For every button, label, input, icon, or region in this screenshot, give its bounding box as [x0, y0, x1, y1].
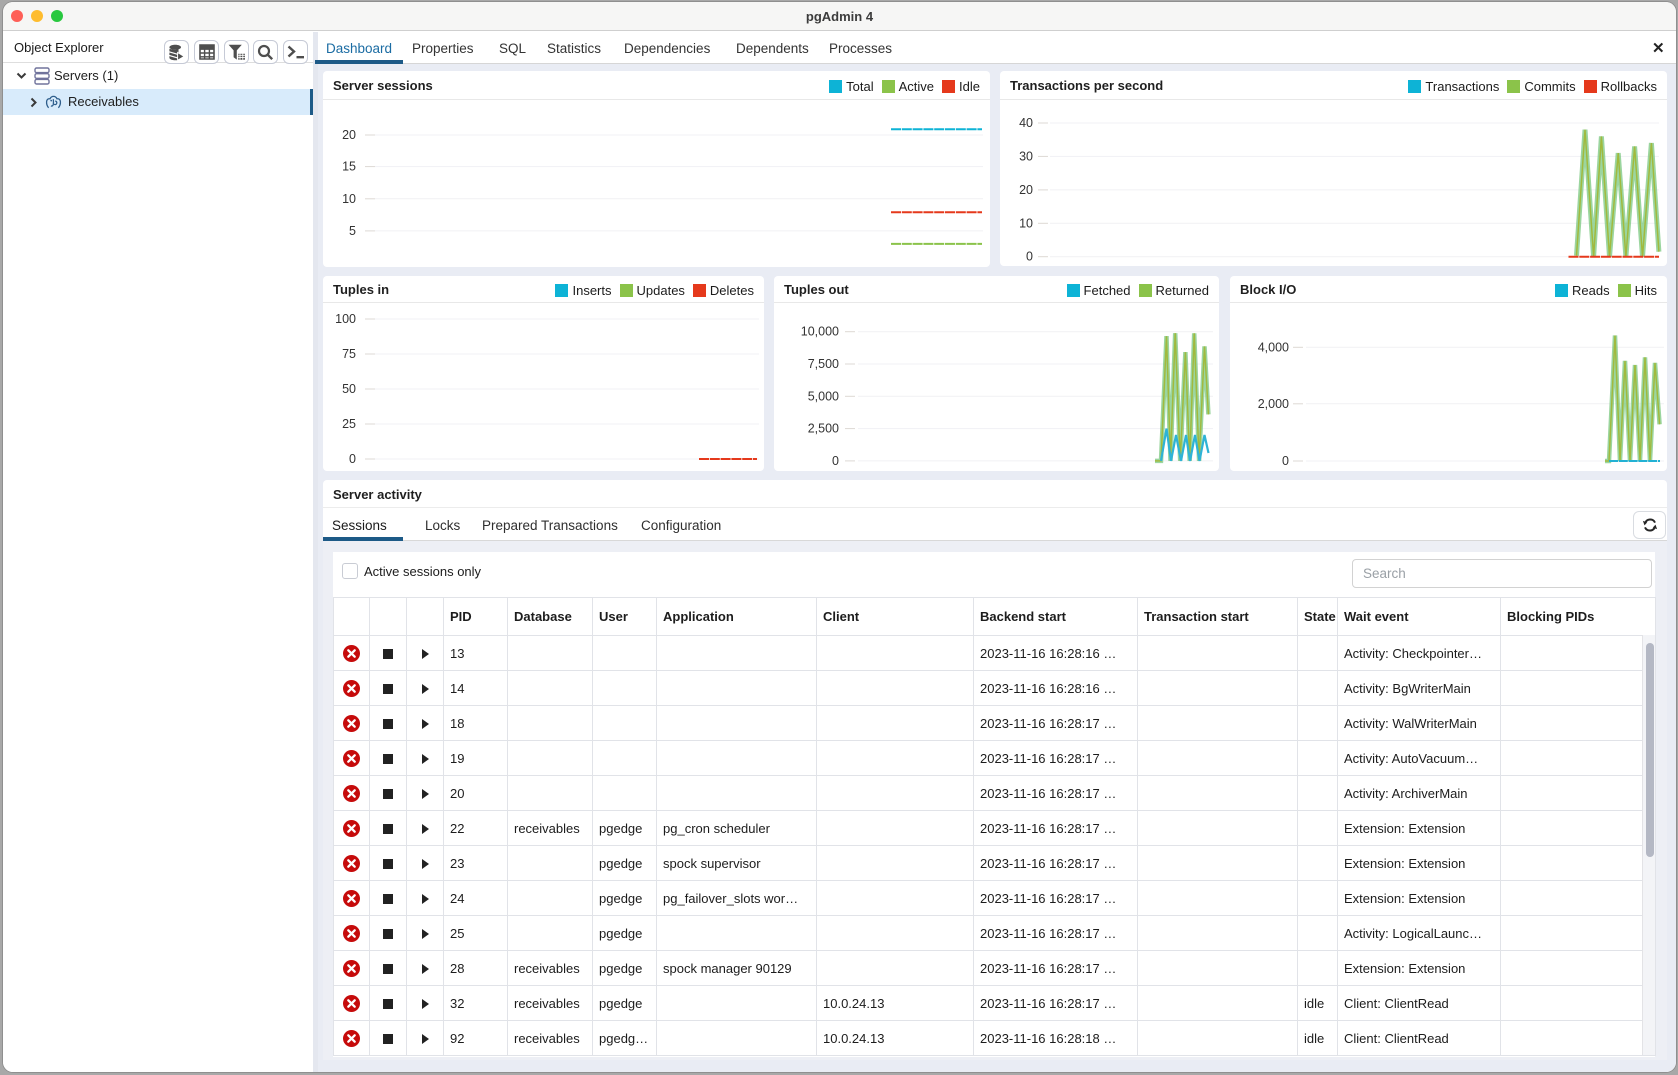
svg-text:10: 10: [1019, 216, 1033, 230]
svg-text:0: 0: [832, 454, 839, 468]
svg-text:0: 0: [1282, 454, 1289, 468]
svg-text:0: 0: [349, 452, 356, 466]
svg-text:5: 5: [349, 224, 356, 238]
svg-text:40: 40: [1019, 116, 1033, 130]
svg-text:2,000: 2,000: [1258, 397, 1289, 411]
svg-text:15: 15: [342, 160, 356, 174]
svg-text:10: 10: [342, 192, 356, 206]
svg-text:20: 20: [342, 128, 356, 142]
svg-text:20: 20: [1019, 183, 1033, 197]
svg-text:30: 30: [1019, 149, 1033, 163]
svg-text:50: 50: [342, 382, 356, 396]
svg-text:25: 25: [342, 417, 356, 431]
svg-text:75: 75: [342, 347, 356, 361]
svg-text:100: 100: [335, 312, 356, 326]
svg-text:10,000: 10,000: [801, 325, 839, 339]
svg-text:7,500: 7,500: [808, 357, 839, 371]
svg-text:2,500: 2,500: [808, 422, 839, 436]
svg-text:4,000: 4,000: [1258, 340, 1289, 354]
svg-text:5,000: 5,000: [808, 389, 839, 403]
svg-text:0: 0: [1026, 250, 1033, 264]
